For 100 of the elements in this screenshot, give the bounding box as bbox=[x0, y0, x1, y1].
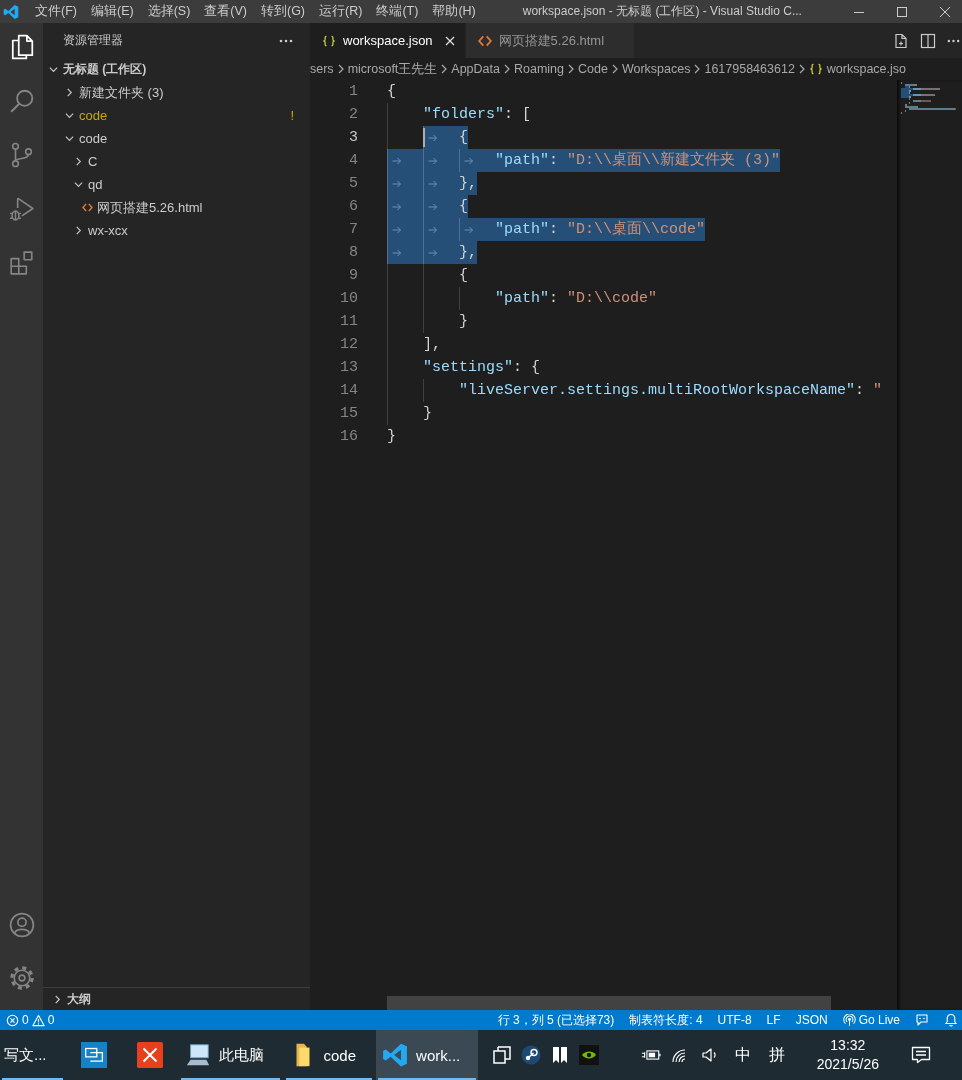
menu-item[interactable]: 运行(R) bbox=[312, 0, 370, 23]
folder-item[interactable]: code bbox=[43, 127, 310, 150]
problems-indicator[interactable]: 0 0 bbox=[6, 1013, 55, 1027]
menu-item[interactable]: 终端(T) bbox=[369, 0, 426, 23]
line-number: 4 bbox=[348, 151, 359, 171]
file-item[interactable]: 网页搭建5.26.html bbox=[43, 196, 310, 219]
workspace-header[interactable]: 无标题 (工作区) bbox=[43, 58, 310, 81]
editor-tab[interactable]: 网页搭建5.26.html bbox=[465, 23, 636, 58]
more-icon[interactable] bbox=[947, 38, 960, 43]
computer-icon bbox=[184, 1042, 211, 1068]
close-icon[interactable] bbox=[444, 35, 455, 46]
line-number: 12 bbox=[339, 335, 359, 355]
status-bar-item[interactable]: UTF-8 bbox=[717, 1013, 752, 1027]
breadcrumb-item[interactable]: Code bbox=[578, 62, 608, 76]
folder-item[interactable]: C bbox=[43, 150, 310, 173]
braces-icon bbox=[808, 63, 823, 75]
json-string: "D:\\code" bbox=[567, 289, 658, 309]
line-number: 11 bbox=[339, 312, 359, 332]
menu-item[interactable]: 编辑(E) bbox=[83, 0, 141, 23]
status-bar-item[interactable]: LF bbox=[766, 1013, 781, 1027]
menu-item[interactable]: 选择(S) bbox=[140, 0, 198, 23]
extensions-icon[interactable] bbox=[8, 250, 35, 276]
menu-item[interactable]: 帮助(H) bbox=[425, 0, 483, 23]
text-cursor bbox=[423, 128, 425, 147]
remote-desktop-icon bbox=[80, 1042, 107, 1068]
window-title: workspace.json - 无标题 (工作区) - Visual Studio C... bbox=[522, 3, 802, 20]
breadcrumb-item[interactable]: microsoft王先生 bbox=[347, 60, 438, 78]
sidebar-title: 资源管理器 bbox=[63, 33, 123, 48]
folder-item[interactable]: code ! bbox=[43, 104, 310, 127]
nvidia-icon[interactable] bbox=[579, 1045, 600, 1065]
json-key: "path" bbox=[495, 149, 549, 172]
horizontal-scrollbar[interactable] bbox=[387, 996, 831, 1010]
run-debug-icon[interactable] bbox=[8, 196, 35, 222]
menu-item[interactable]: 文件(F) bbox=[28, 0, 84, 23]
braces-icon bbox=[322, 34, 336, 47]
breadcrumb-item[interactable]: workspace.jso bbox=[808, 62, 907, 76]
steam-icon[interactable] bbox=[521, 1045, 542, 1065]
maximize-icon[interactable] bbox=[897, 6, 907, 17]
tab-arrow-icon bbox=[428, 179, 438, 188]
taskbar-button[interactable]: 此电脑 bbox=[178, 1030, 282, 1080]
windows-stack-icon[interactable] bbox=[492, 1045, 513, 1065]
document-icon[interactable] bbox=[893, 32, 909, 49]
taskbar-button[interactable]: 写文... bbox=[0, 1030, 65, 1080]
json-punctuation: } bbox=[387, 427, 396, 447]
clock-time[interactable]: 13:32 bbox=[830, 1036, 866, 1055]
close-icon[interactable] bbox=[940, 6, 950, 17]
split-editor-icon[interactable] bbox=[920, 32, 936, 49]
settings-icon[interactable] bbox=[8, 965, 35, 991]
breadcrumb-separator-icon bbox=[693, 64, 702, 74]
json-string: "D:\\桌面\\新建文件夹 (3)" bbox=[567, 149, 781, 172]
line-number: 5 bbox=[348, 174, 359, 194]
more-icon[interactable] bbox=[279, 38, 293, 43]
folder-item[interactable]: qd bbox=[43, 173, 310, 196]
taskbar-button[interactable]: code bbox=[283, 1030, 375, 1080]
status-bar-item[interactable]: JSON bbox=[795, 1013, 828, 1027]
battery-icon[interactable] bbox=[640, 1047, 661, 1063]
json-key: "folders" bbox=[423, 103, 504, 126]
search-icon[interactable] bbox=[8, 88, 35, 114]
breadcrumb-item[interactable]: Workspaces bbox=[621, 62, 691, 76]
folder-item[interactable]: wx-xcx bbox=[43, 219, 310, 242]
warning-text: ! bbox=[290, 108, 294, 123]
bell-icon[interactable] bbox=[944, 1013, 958, 1027]
cross-tile-icon bbox=[136, 1042, 163, 1068]
html-file-icon bbox=[477, 34, 492, 47]
broadcast-icon bbox=[842, 1013, 856, 1027]
editor-tab[interactable]: workspace.json bbox=[310, 23, 466, 58]
breadcrumb-item[interactable]: AppData bbox=[451, 62, 500, 76]
input-language-indicator[interactable]: 中 bbox=[730, 1044, 755, 1066]
account-icon[interactable] bbox=[8, 912, 35, 938]
json-punctuation: ], bbox=[423, 335, 441, 355]
tab-arrow-icon bbox=[428, 225, 438, 234]
status-bar-item[interactable]: 制表符长度: 4 bbox=[629, 1011, 703, 1029]
line-number: 6 bbox=[348, 197, 359, 217]
vscode-logo-icon bbox=[3, 3, 19, 20]
json-key: "path" bbox=[495, 218, 549, 241]
tab-arrow-icon bbox=[392, 225, 402, 234]
status-bar-item[interactable]: 行 3，列 5 (已选择73) bbox=[497, 1011, 615, 1029]
go-live-button[interactable]: Go Live bbox=[842, 1013, 900, 1027]
breadcrumb-item[interactable]: 1617958463612 bbox=[704, 62, 795, 76]
notification-icon[interactable] bbox=[911, 1046, 931, 1064]
json-punctuation: : bbox=[855, 381, 866, 401]
warning-icon bbox=[31, 1013, 45, 1027]
json-punctuation: : bbox=[549, 218, 568, 241]
breadcrumb-separator-icon bbox=[336, 64, 345, 74]
taskbar-button[interactable]: work... bbox=[376, 1030, 479, 1080]
breadcrumb-item[interactable]: sers bbox=[310, 62, 334, 76]
menu-item[interactable]: 转到(G) bbox=[254, 0, 313, 23]
json-punctuation: : bbox=[549, 289, 560, 309]
feedback-icon[interactable] bbox=[915, 1013, 929, 1027]
folder-item[interactable]: 新建文件夹 (3) bbox=[43, 81, 310, 104]
json-punctuation: { bbox=[387, 82, 396, 102]
line-number: 3 bbox=[348, 128, 359, 148]
line-number: 16 bbox=[339, 427, 359, 447]
breadcrumb-item[interactable]: Roaming bbox=[514, 62, 564, 76]
json-punctuation: : { bbox=[513, 358, 541, 378]
menu-item[interactable]: 查看(V) bbox=[197, 0, 254, 23]
tab-arrow-icon bbox=[392, 202, 402, 211]
ime-mode-indicator[interactable]: 拼 bbox=[764, 1044, 789, 1066]
json-punctuation: : bbox=[549, 149, 568, 172]
clock-date[interactable]: 2021/5/26 bbox=[816, 1055, 879, 1074]
